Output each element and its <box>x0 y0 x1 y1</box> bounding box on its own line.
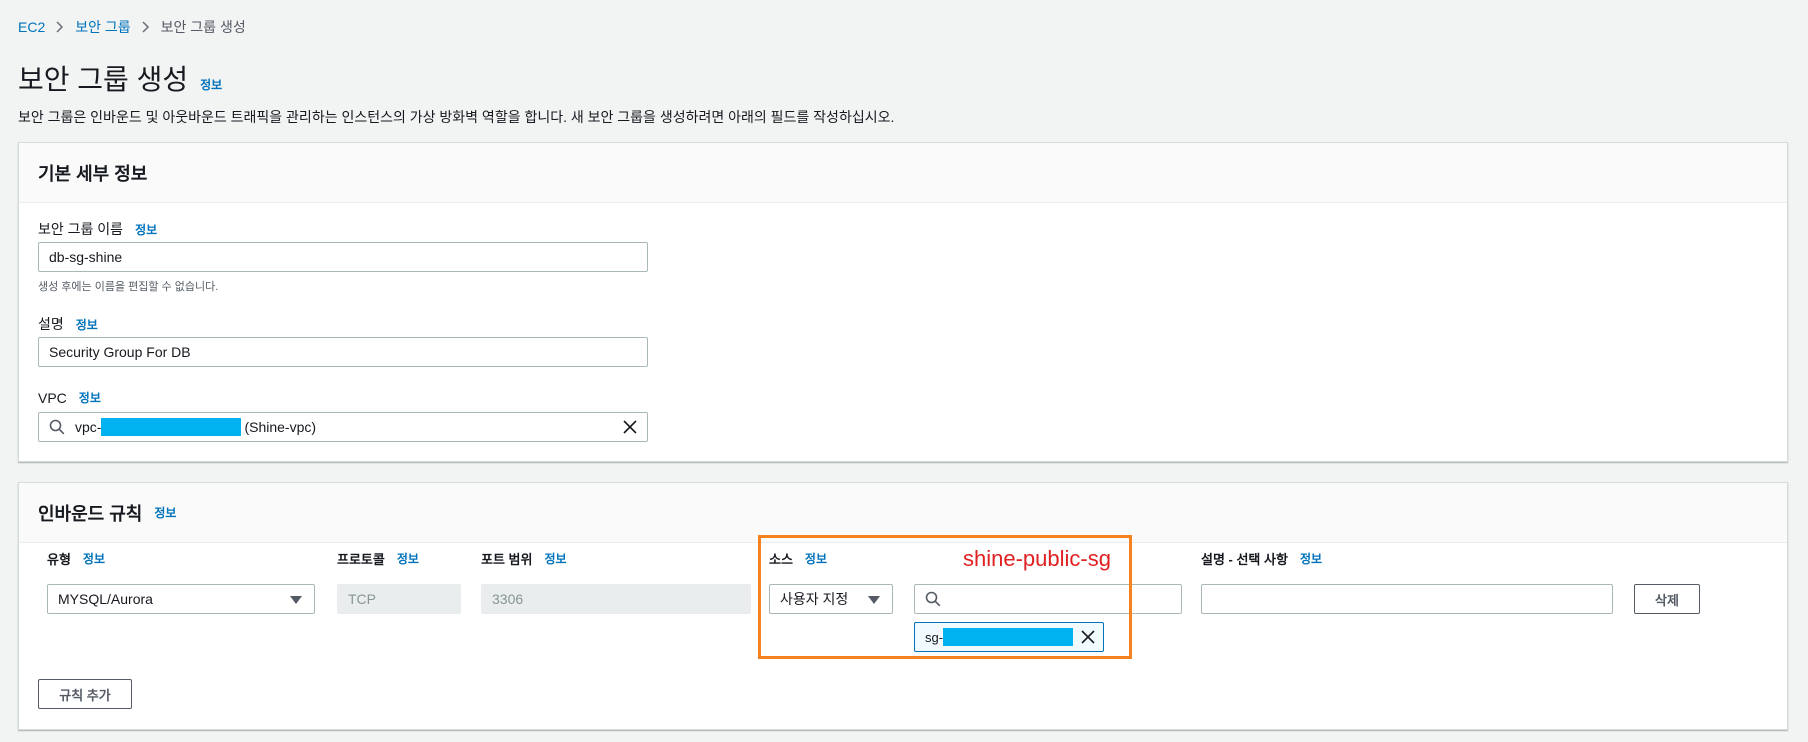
breadcrumb-security-groups[interactable]: 보안 그룹 <box>75 17 130 37</box>
vpc-label-text: VPC <box>38 389 67 406</box>
page-info-link[interactable]: 정보 <box>200 76 222 93</box>
port-info-link[interactable]: 정보 <box>544 550 566 567</box>
description-label: 설명 정보 <box>38 314 98 334</box>
type-select-value: MYSQL/Aurora <box>58 591 153 607</box>
col-protocol-label: 프로토콜 정보 <box>337 549 419 568</box>
vpc-label: VPC 정보 <box>38 389 101 406</box>
rule-description-info-link[interactable]: 정보 <box>1300 550 1322 567</box>
description-value: Security Group For DB <box>49 344 191 360</box>
page-description: 보안 그룹은 인바운드 및 아웃바운드 트래픽을 관리하는 인스턴스의 가상 방… <box>18 109 895 125</box>
sg-name-label-text: 보안 그룹 이름 <box>38 221 124 237</box>
basic-details-panel: 기본 세부 정보 보안 그룹 이름 정보 db-sg-shine 생성 후에는 … <box>18 142 1788 462</box>
col-port-text: 포트 범위 <box>481 552 533 567</box>
port-value: 3306 <box>492 591 524 607</box>
redacted-vpc-id <box>101 418 242 436</box>
page-title-row: 보안 그룹 생성 정보 <box>18 58 222 98</box>
vpc-id-prefix: vpc- <box>75 419 102 435</box>
protocol-info-link[interactable]: 정보 <box>397 550 419 567</box>
sg-name-hint: 생성 후에는 이름을 편집할 수 없습니다. <box>38 281 219 293</box>
chevron-right-icon <box>131 21 161 33</box>
clear-icon[interactable] <box>623 420 637 434</box>
protocol-value: TCP <box>348 591 376 607</box>
port-range-field: 3306 <box>481 584 751 614</box>
inbound-rules-title: 인바운드 규칙 <box>38 503 143 524</box>
col-port-label: 포트 범위 정보 <box>481 549 567 568</box>
breadcrumb-current: 보안 그룹 생성 <box>160 19 246 35</box>
add-rule-button[interactable]: 규칙 추가 <box>38 679 132 709</box>
col-type-label: 유형 정보 <box>47 549 105 568</box>
description-input[interactable]: Security Group For DB <box>38 337 648 367</box>
chevron-right-icon <box>45 21 75 33</box>
breadcrumb-ec2[interactable]: EC2 <box>18 19 45 35</box>
page-title: 보안 그룹 생성 <box>18 64 189 95</box>
col-description-text: 설명 - 선택 사항 <box>1201 552 1288 567</box>
sg-name-label: 보안 그룹 이름 정보 <box>38 219 157 239</box>
type-info-link[interactable]: 정보 <box>83 550 105 567</box>
vpc-select-input[interactable]: vpc- (Shine-vpc) <box>38 412 648 442</box>
basic-details-header: 기본 세부 정보 <box>19 143 1787 203</box>
col-description-label: 설명 - 선택 사항 정보 <box>1201 549 1322 568</box>
type-select[interactable]: MYSQL/Aurora <box>47 584 315 614</box>
breadcrumb: EC2 보안 그룹 보안 그룹 생성 <box>18 17 246 37</box>
rule-description-input[interactable] <box>1201 584 1613 614</box>
caret-down-icon <box>290 596 302 604</box>
col-type-text: 유형 <box>47 552 71 567</box>
col-protocol-text: 프로토콜 <box>337 552 385 567</box>
vpc-name: (Shine-vpc) <box>244 419 317 435</box>
inbound-info-link[interactable]: 정보 <box>154 504 176 521</box>
protocol-field: TCP <box>337 584 461 614</box>
sg-name-input[interactable]: db-sg-shine <box>38 242 648 272</box>
search-icon <box>49 419 65 435</box>
delete-rule-button[interactable]: 삭제 <box>1634 584 1700 614</box>
inbound-rules-header: 인바운드 규칙 정보 <box>19 483 1787 543</box>
description-info-link[interactable]: 정보 <box>76 316 98 333</box>
inbound-rules-panel: 인바운드 규칙 정보 유형 정보 프로토콜 정보 포트 범위 정보 소스 정보 … <box>18 482 1788 730</box>
vpc-info-link[interactable]: 정보 <box>79 389 101 406</box>
description-label-text: 설명 <box>38 316 64 332</box>
basic-details-title: 기본 세부 정보 <box>38 163 148 184</box>
sg-name-info-link[interactable]: 정보 <box>135 221 157 238</box>
sg-name-value: db-sg-shine <box>49 249 123 265</box>
annotation-text: shine-public-sg <box>963 546 1111 571</box>
